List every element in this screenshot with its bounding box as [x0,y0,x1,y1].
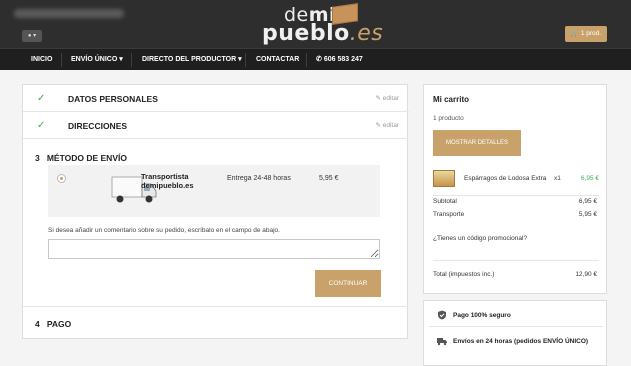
user-menu-button[interactable]: ● ▾ [22,30,42,42]
product-thumbnail[interactable] [433,170,455,187]
step-title: 3 MÉTODO DE ENVÍO [35,153,127,163]
reassurance-text: Envíos en 24 horas (pedidos ENVÍO ÚNICO) [453,338,589,345]
main-navigation: INICIO ENVÍO ÚNICO ▾ DIRECTO DEL PRODUCT… [0,48,631,70]
carrier-delay: Entrega 24-48 horas [227,175,291,182]
step-title: DIRECCIONES [68,121,128,131]
user-icon: ● [27,33,32,39]
step-title: 4 PAGO [35,319,72,329]
edit-link[interactable]: ✎ editar [375,121,399,129]
nav-item-inicio[interactable]: INICIO [31,49,52,71]
check-icon: ✓ [37,120,46,131]
blurred-header-text [14,9,124,18]
cart-summary-panel: Mi carrito 1 producto MOSTRAR DETALLES E… [423,84,607,294]
cart-title: Mi carrito [433,95,470,104]
comment-label: Si desea añadir un comentario sobre su p… [48,227,280,234]
header-cart-button[interactable]: 🛒 1 prod. [565,26,607,42]
step-personal-data[interactable]: ✓ DATOS PERSONALES ✎ editar [23,85,409,112]
continue-button[interactable]: CONTINUAR [315,270,381,297]
shield-check-icon [438,310,446,320]
nav-item-phone[interactable]: ✆ 606 583 247 [316,49,363,71]
nav-divider [306,53,307,67]
product-price: 6,95 € [580,175,599,182]
cart-product-row: Espárragos de Lodosa Extra x1 6,95 € [433,169,599,191]
cart-product-count: 1 producto [433,115,464,122]
nav-divider [245,53,246,67]
total-label: Total (impuestos inc.) [433,271,495,278]
shipping-label: Transporte [433,211,465,218]
carrier-name: Transportista demipueblo.es [141,172,194,190]
carrier-radio[interactable] [57,174,66,183]
carrier-price: 5,95 € [319,175,339,182]
carrier-option[interactable]: Transportista demipueblo.es Entrega 24-4… [48,165,380,217]
shipping-value: 5,95 € [578,211,597,218]
reassurance-divider [429,326,603,327]
step-addresses[interactable]: ✓ DIRECCIONES ✎ editar [23,112,409,139]
site-logo[interactable]: demi pueblo.es [254,2,384,46]
product-quantity: x1 [554,175,561,182]
cart-divider [433,195,599,196]
subtotal-label: Subtotal [433,198,457,205]
cart-divider [433,260,599,261]
site-header: ● ▾ demi pueblo.es 🛒 1 prod. [0,0,631,48]
show-details-button[interactable]: MOSTRAR DETALLES [433,130,521,156]
nav-item-contactar[interactable]: CONTACTAR [256,49,299,71]
cart-icon: 🛒 [570,30,580,37]
step-title: DATOS PERSONALES [68,94,158,104]
nav-item-envio-unico[interactable]: ENVÍO ÚNICO ▾ [71,49,123,71]
phone-number: 606 583 247 [323,56,363,63]
check-icon: ✓ [37,93,46,104]
user-menu-caret: ▾ [33,33,37,39]
reassurance-panel: Pago 100% seguro Envíos en 24 horas (ped… [423,300,607,366]
nav-item-directo-productor[interactable]: DIRECTO DEL PRODUCTOR ▾ [142,49,242,71]
step-payment[interactable]: 4 PAGO [23,307,409,340]
nav-divider [131,53,132,67]
promo-code-link[interactable]: ¿Tienes un código promocional? [433,235,527,242]
total-value: 12,90 € [575,271,597,278]
pencil-icon: ✎ [375,122,381,129]
subtotal-value: 6,95 € [578,198,597,205]
nav-divider [61,53,62,67]
logo-bottom-text: pueblo.es [262,21,384,46]
truck-icon [437,338,447,346]
reassurance-text: Pago 100% seguro [453,312,511,319]
product-name[interactable]: Espárragos de Lodosa Extra [464,175,546,182]
header-cart-label: 1 prod. [580,30,602,37]
comment-textarea[interactable] [48,239,380,259]
edit-link[interactable]: ✎ editar [375,94,399,102]
whatsapp-icon: ✆ [316,56,322,63]
pencil-icon: ✎ [375,95,381,102]
